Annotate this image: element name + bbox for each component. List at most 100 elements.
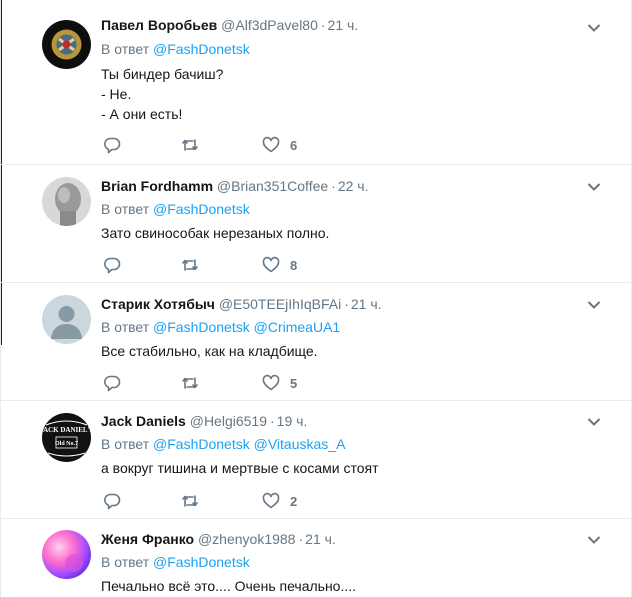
reply-context: В ответ @FashDonetsk @CrimeaUA1 bbox=[101, 318, 340, 336]
reply-icon bbox=[104, 375, 121, 392]
tweet-header: Brian Fordhamm @Brian351Coffee · 22 ч. bbox=[101, 177, 368, 195]
chevron-down-icon[interactable] bbox=[587, 23, 601, 33]
tweet-text: а вокруг тишина и мертвые с косами стоят bbox=[101, 458, 378, 478]
retweet-icon bbox=[182, 377, 198, 389]
emblem-avatar-icon bbox=[42, 20, 91, 69]
replies-feed: Павел Воробьев @Alf3dPavel80 · 21 ч. В отв… bbox=[0, 0, 632, 597]
mention-link[interactable]: @FashDonetsk bbox=[153, 201, 250, 217]
heart-icon bbox=[262, 256, 280, 273]
whiskey-label-avatar-icon: JACK DANIEL'S Old No.7 bbox=[42, 413, 91, 462]
chevron-down-icon[interactable] bbox=[587, 182, 601, 192]
like-count: 6 bbox=[290, 137, 298, 153]
tweet[interactable]: Brian Fordhamm @Brian351Coffee · 22 ч. В о… bbox=[1, 164, 631, 282]
reply-context: В ответ @FashDonetsk bbox=[101, 200, 250, 218]
label-brand-text: JACK DANIEL'S bbox=[42, 426, 91, 434]
avatar[interactable]: JACK DANIEL'S Old No.7 bbox=[42, 413, 91, 462]
like-count: 2 bbox=[290, 493, 298, 509]
timestamp[interactable]: 22 ч. bbox=[338, 178, 369, 194]
timestamp[interactable]: 21 ч. bbox=[328, 17, 359, 33]
avatar[interactable] bbox=[42, 295, 91, 344]
reply-icon bbox=[104, 257, 121, 274]
text-line: а вокруг тишина и мертвые с косами стоят bbox=[101, 460, 379, 476]
user-handle[interactable]: @zhenyok1988 bbox=[198, 531, 296, 547]
text-line: Ты биндер бачиш? bbox=[101, 66, 224, 82]
tweet-header: Jack Daniels @Helgi6519 · 19 ч. bbox=[101, 412, 307, 430]
user-handle[interactable]: @E50TEEjIhIqBFAi bbox=[219, 296, 341, 312]
mention-link[interactable]: @FashDonetsk bbox=[153, 554, 250, 570]
tweet-text: Печально всё это.... Очень печально.... bbox=[101, 576, 356, 596]
user-handle[interactable]: @Brian351Coffee bbox=[217, 178, 328, 194]
tweet-header: Женя Франко @zhenyok1988 · 21 ч. bbox=[101, 530, 336, 548]
display-name[interactable]: Brian Fordhamm bbox=[101, 178, 213, 194]
mention-link[interactable]: @FashDonetsk bbox=[153, 41, 250, 57]
reply-button[interactable] bbox=[103, 135, 121, 155]
tweet-header: Старик Хотябыч @E50TEEjIhIqBFAi · 21 ч. bbox=[101, 295, 382, 313]
text-line: Печально всё это.... Очень печально.... bbox=[101, 578, 357, 594]
tweet-text: Зато свинособак нерезаных полно. bbox=[101, 223, 329, 243]
reply-icon bbox=[104, 493, 121, 510]
retweet-button[interactable] bbox=[181, 491, 199, 511]
timestamp[interactable]: 19 ч. bbox=[277, 413, 308, 429]
like-button[interactable]: 2 bbox=[262, 491, 297, 511]
reply-button[interactable] bbox=[103, 373, 121, 393]
gradient-avatar-icon bbox=[42, 530, 91, 579]
like-button[interactable]: 5 bbox=[262, 373, 297, 393]
mention-link[interactable]: @FashDonetsk bbox=[153, 319, 250, 335]
reply-label: В ответ bbox=[101, 41, 150, 57]
like-count: 5 bbox=[290, 375, 298, 391]
avatar[interactable] bbox=[42, 20, 91, 69]
retweet-icon bbox=[182, 139, 198, 151]
text-line: - Не. bbox=[101, 86, 132, 102]
tweet-actions: 6 bbox=[101, 135, 341, 155]
chevron-down-icon[interactable] bbox=[587, 535, 601, 545]
like-button[interactable]: 6 bbox=[262, 135, 297, 155]
heart-icon bbox=[262, 374, 280, 391]
mention-link[interactable]: @Vitauskas_A bbox=[254, 436, 346, 452]
timestamp[interactable]: 21 ч. bbox=[351, 296, 382, 312]
grey-head-avatar-icon bbox=[42, 177, 91, 226]
reply-icon bbox=[104, 137, 121, 154]
like-count: 8 bbox=[290, 257, 298, 273]
reply-button[interactable] bbox=[103, 491, 121, 511]
tweet-text: Ты биндер бачиш? - Не. - А они есть! bbox=[101, 64, 223, 124]
separator-dot: · bbox=[320, 17, 326, 33]
reply-label: В ответ bbox=[101, 436, 150, 452]
heart-icon bbox=[262, 136, 280, 153]
display-name[interactable]: Женя Франко bbox=[101, 531, 194, 547]
reply-label: В ответ bbox=[101, 554, 150, 570]
avatar[interactable] bbox=[42, 530, 91, 579]
timestamp[interactable]: 21 ч. bbox=[305, 531, 336, 547]
avatar[interactable] bbox=[42, 177, 91, 226]
text-line: Зато свинособак нерезаных полно. bbox=[101, 225, 330, 241]
tweet[interactable]: JACK DANIEL'S Old No.7 Jack Daniels @Hel… bbox=[1, 400, 631, 518]
display-name[interactable]: Павел Воробьев bbox=[101, 17, 217, 33]
separator-dot: · bbox=[270, 413, 275, 429]
separator-dot: · bbox=[298, 531, 304, 547]
chevron-down-icon[interactable] bbox=[587, 417, 601, 427]
mention-link[interactable]: @FashDonetsk bbox=[153, 436, 250, 452]
tweet-header: Павел Воробьев @Alf3dPavel80 · 21 ч. bbox=[101, 16, 358, 34]
display-name[interactable]: Старик Хотябыч bbox=[101, 296, 215, 312]
mention-link[interactable]: @CrimeaUA1 bbox=[254, 319, 341, 335]
tweet-actions: 5 bbox=[101, 373, 341, 393]
reply-context: В ответ @FashDonetsk bbox=[101, 40, 250, 58]
user-handle[interactable]: @Alf3dPavel80 bbox=[221, 17, 318, 33]
retweet-button[interactable] bbox=[181, 135, 199, 155]
text-line: - А они есть! bbox=[101, 106, 183, 122]
default-avatar-icon bbox=[42, 295, 91, 344]
reply-button[interactable] bbox=[103, 255, 121, 275]
like-button[interactable]: 8 bbox=[262, 255, 297, 275]
chevron-down-icon[interactable] bbox=[587, 300, 601, 310]
tweet[interactable]: Павел Воробьев @Alf3dPavel80 · 21 ч. В отв… bbox=[1, 0, 631, 164]
user-handle[interactable]: @Helgi6519 bbox=[190, 413, 267, 429]
reply-label: В ответ bbox=[101, 319, 150, 335]
retweet-button[interactable] bbox=[181, 255, 199, 275]
display-name[interactable]: Jack Daniels bbox=[101, 413, 186, 429]
tweet[interactable]: Женя Франко @zhenyok1988 · 21 ч. В ответ @… bbox=[1, 518, 631, 597]
retweet-button[interactable] bbox=[181, 373, 199, 393]
tweet[interactable]: Старик Хотябыч @E50TEEjIhIqBFAi · 21 ч. В … bbox=[1, 282, 631, 400]
reply-context: В ответ @FashDonetsk bbox=[101, 553, 250, 571]
separator-dot: · bbox=[331, 178, 336, 194]
retweet-icon bbox=[182, 259, 198, 271]
separator-dot: · bbox=[344, 296, 349, 312]
